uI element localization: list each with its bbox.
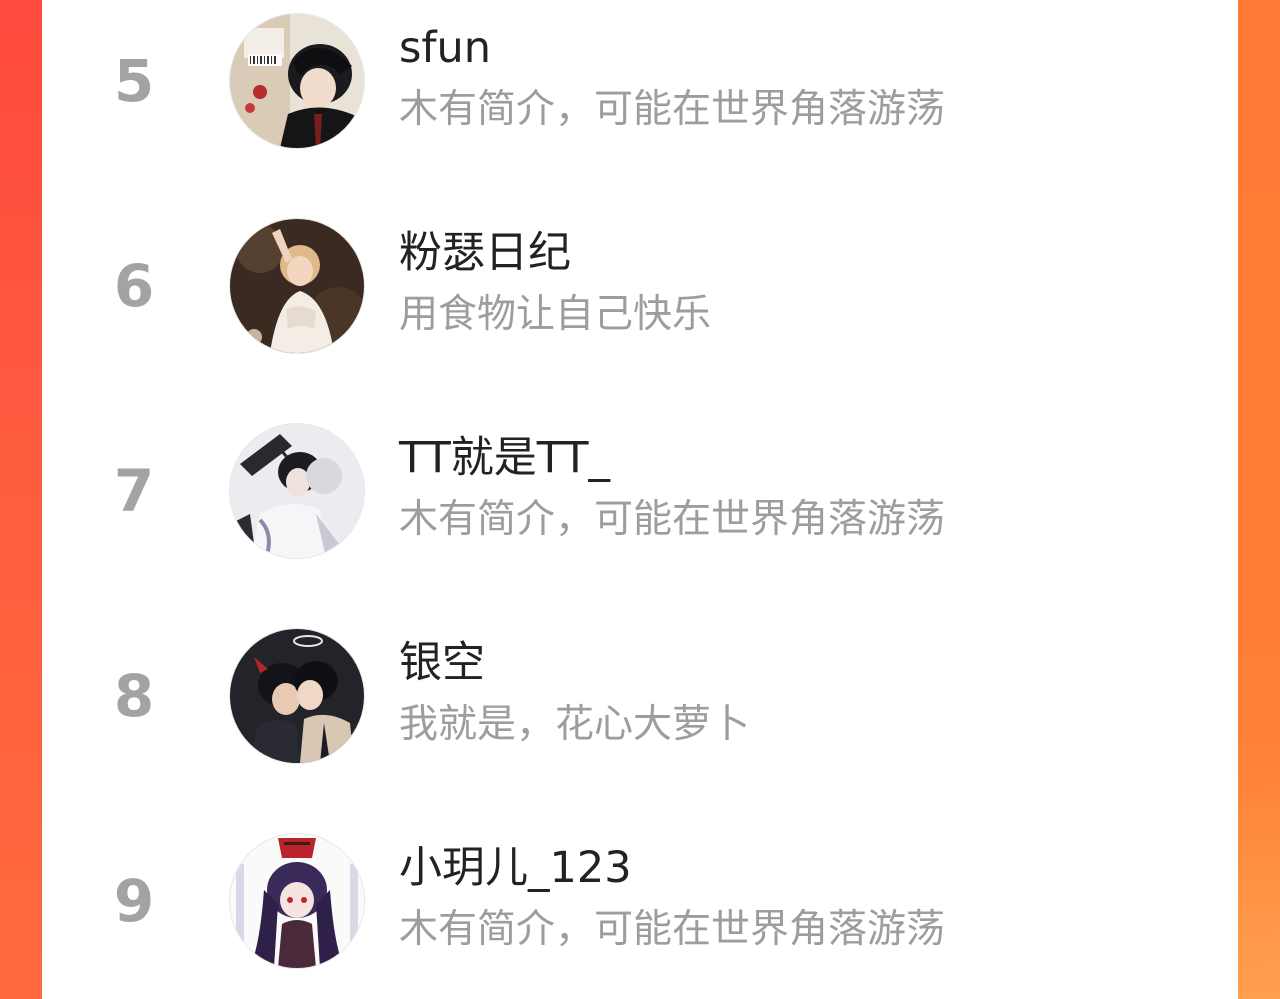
rank-number: 8 [113,662,155,730]
painting-avatar-icon [230,219,364,353]
anime-avatar-icon [230,834,364,968]
user-name[interactable]: 银空 [399,635,485,691]
list-item[interactable]: 6 粉瑟日纪 用食物让自己快乐 [42,217,1238,357]
anime-avatar-icon [230,629,364,763]
list-item[interactable]: 8 银空 我就是，花心大萝卜 [42,627,1238,767]
ranking-list-panel: 5 sfun 木有简介，可能在世界角落游荡 6 粉瑟日纪 用食物让自己快乐 7 … [42,0,1238,999]
avatar[interactable] [230,424,364,558]
rank-number: 5 [113,47,155,115]
rank-number: 9 [113,867,155,935]
list-item[interactable]: 5 sfun 木有简介，可能在世界角落游荡 [42,12,1238,152]
rank-number: 7 [113,457,155,525]
user-name[interactable]: sfun [399,20,491,76]
avatar[interactable] [230,219,364,353]
list-item[interactable]: 7 TT就是TT_ 木有简介，可能在世界角落游荡 [42,422,1238,562]
anime-avatar-icon [230,14,364,148]
background-right-edge [1238,0,1280,999]
user-bio: 木有简介，可能在世界角落游荡 [399,87,946,132]
anime-avatar-icon [230,424,364,558]
user-name[interactable]: TT就是TT_ [399,430,610,486]
user-bio: 木有简介，可能在世界角落游荡 [399,497,946,542]
user-bio: 用食物让自己快乐 [399,292,712,337]
user-bio: 木有简介，可能在世界角落游荡 [399,907,946,952]
user-name[interactable]: 小玥儿_123 [399,840,632,896]
user-name[interactable]: 粉瑟日纪 [399,225,571,281]
list-item[interactable]: 9 小玥儿_123 木有简介，可能在世界角落游荡 [42,832,1238,972]
user-bio: 我就是，花心大萝卜 [399,702,751,747]
avatar[interactable] [230,834,364,968]
rank-number: 6 [113,252,155,320]
avatar[interactable] [230,629,364,763]
avatar[interactable] [230,14,364,148]
